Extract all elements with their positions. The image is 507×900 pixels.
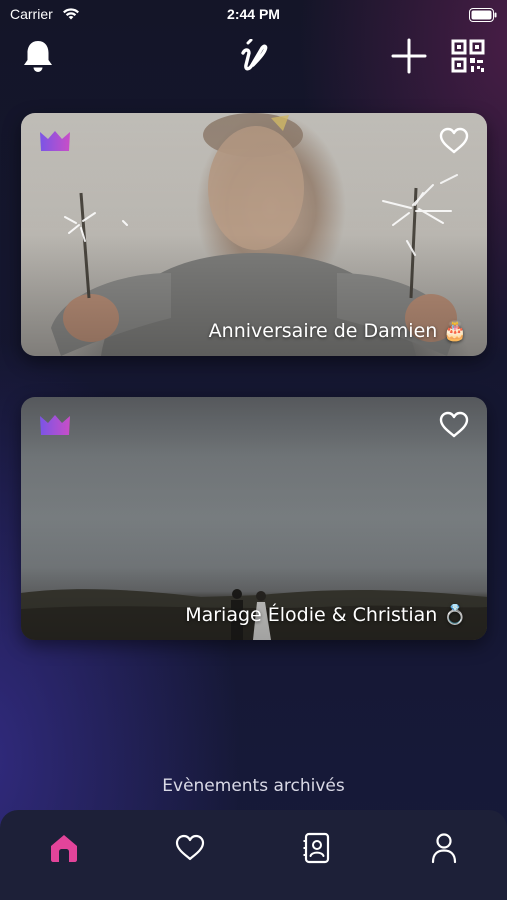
battery-icon — [469, 7, 497, 26]
plus-icon[interactable] — [389, 36, 429, 76]
tab-favorites[interactable] — [170, 830, 210, 870]
tab-bar — [0, 810, 507, 900]
event-title: Mariage Élodie & Christian 💍 — [185, 604, 467, 626]
contacts-icon — [302, 832, 332, 868]
tab-profile[interactable] — [424, 830, 464, 870]
top-bar — [0, 30, 507, 80]
favorite-heart-icon[interactable] — [439, 411, 469, 443]
qr-code-icon[interactable] — [449, 37, 487, 75]
favorite-heart-icon[interactable] — [439, 127, 469, 159]
bell-icon[interactable] — [18, 36, 58, 76]
event-title: Anniversaire de Damien 🎂 — [208, 320, 467, 342]
archived-events-link[interactable]: Evènements archivés — [0, 776, 507, 796]
status-bar: Carrier 2:44 PM — [0, 0, 507, 28]
app-logo — [233, 36, 275, 76]
heart-icon — [175, 834, 205, 866]
event-card[interactable]: Anniversaire de Damien 🎂 — [21, 113, 487, 356]
clock: 2:44 PM — [227, 6, 280, 22]
crown-icon — [39, 129, 71, 157]
event-card[interactable]: Mariage Élodie & Christian 💍 — [21, 397, 487, 640]
home-icon — [48, 833, 80, 867]
profile-icon — [430, 832, 458, 868]
tab-home[interactable] — [44, 830, 84, 870]
crown-icon — [39, 413, 71, 441]
tab-contacts[interactable] — [297, 830, 337, 870]
